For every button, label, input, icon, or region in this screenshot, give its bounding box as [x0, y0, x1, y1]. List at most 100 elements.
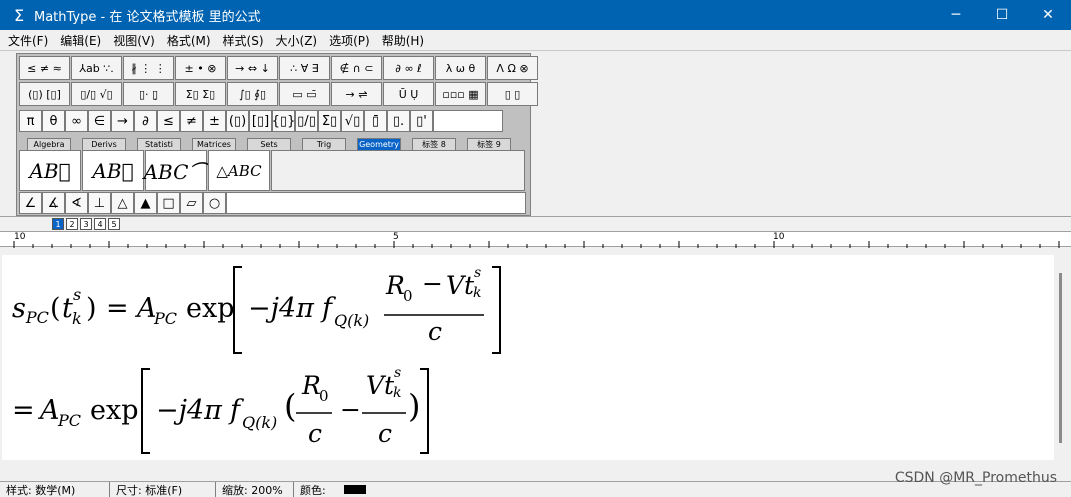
labeled-arrows-palette-button[interactable]: → ⇌ [331, 82, 382, 106]
misc-palette-button[interactable]: ∂ ∞ ℓ [383, 56, 434, 80]
spherical-angle-icon[interactable]: ∢ [65, 192, 88, 214]
arrows-palette-button[interactable]: → ⇔ ↓ [227, 56, 278, 80]
lhs-paren-close: ) [86, 293, 97, 324]
size-button-1[interactable]: 1 [52, 218, 64, 230]
greek-lower-palette-button[interactable]: λ ω θ [435, 56, 486, 80]
pi-button[interactable]: π [19, 110, 42, 132]
menu-style[interactable]: 样式(S) [217, 32, 270, 49]
perpendicular-icon[interactable]: ⊥ [88, 192, 111, 214]
products-palette-button[interactable]: Ū Ụ [383, 82, 434, 106]
maximize-button[interactable]: ☐ [979, 0, 1025, 30]
partial-button[interactable]: ∂ [134, 110, 157, 132]
minimize-button[interactable]: ─ [933, 0, 979, 30]
menu-bar: 文件(F) 编辑(E) 视图(V) 格式(M) 样式(S) 大小(Z) 选项(P… [0, 30, 1071, 51]
size-button-3[interactable]: 3 [80, 218, 92, 230]
mathtype-window: Σ MathType - 在 论文格式模板 里的公式 ─ ☐ ✕ 文件(F) 编… [0, 0, 1071, 497]
scrollbar-thumb[interactable] [1059, 273, 1062, 443]
menu-size[interactable]: 大小(Z) [270, 32, 324, 49]
menu-format[interactable]: 格式(M) [161, 32, 217, 49]
overbar-template-button[interactable]: ▯̄ [364, 110, 387, 132]
fraction-template-button[interactable]: ▯/▯ [295, 110, 318, 132]
boxes-palette-button[interactable]: ▯ ▯ [487, 82, 538, 106]
sums-palette-button[interactable]: Σ▯ Σ▯ [175, 82, 226, 106]
geometry-templates-row: AB⃗ AB⃡ ABC⌒ △ABC [19, 150, 271, 191]
small-symbol-bar: π θ ∞ ∈ → ∂ ≤ ≠ ± (▯) [▯] {▯} ▯/▯ Σ▯ √▯ … [19, 110, 503, 132]
scripts-palette-button[interactable]: ▯· ▯̣ [123, 82, 174, 106]
vector-arrow-template[interactable]: AB⃗ [19, 150, 81, 191]
menu-help[interactable]: 帮助(H) [376, 32, 430, 49]
fractions-palette-button[interactable]: ▯/▯ √▯ [71, 82, 122, 106]
triangle-template[interactable]: △ABC [208, 150, 270, 191]
status-zoom[interactable]: 缩放: 200% [216, 482, 294, 497]
parallelogram-icon[interactable]: ▱ [180, 192, 203, 214]
greek-upper-palette-button[interactable]: Λ Ω ⊗ [487, 56, 538, 80]
tab-sets[interactable]: Sets [247, 138, 291, 150]
measured-angle-icon[interactable]: ∡ [42, 192, 65, 214]
tab-geometry[interactable]: Geometry [357, 138, 401, 150]
relations-palette-button[interactable]: ≤ ≠ ≈ [19, 56, 70, 80]
brace-template-button[interactable]: {▯} [272, 110, 295, 132]
tab-algebra[interactable]: Algebra [27, 138, 71, 150]
status-color[interactable]: 颜色: [294, 482, 374, 497]
menu-options[interactable]: 选项(P) [323, 32, 376, 49]
symbol-a-2: A [40, 395, 60, 426]
tab-statistics[interactable]: Statisti [137, 138, 181, 150]
integrals-palette-button[interactable]: ∫▯ ∮▯ [227, 82, 278, 106]
sets-palette-button[interactable]: ∉ ∩ ⊂ [331, 56, 382, 80]
bracket-template-button[interactable]: [▯] [249, 110, 272, 132]
double-arrow-template[interactable]: AB⃡ [82, 150, 144, 191]
menu-file[interactable]: 文件(F) [2, 32, 54, 49]
matrices-palette-button[interactable]: ▫▫▫ ▦ [435, 82, 486, 106]
angle-icon[interactable]: ∠ [19, 192, 42, 214]
logic-palette-button[interactable]: ∴ ∀ ∃ [279, 56, 330, 80]
arc-template[interactable]: ABC⌒ [144, 150, 208, 191]
sqrt-template-button[interactable]: √▯ [341, 110, 364, 132]
paren-template-button[interactable]: (▯) [226, 110, 249, 132]
operators-palette-button[interactable]: ± • ⊗ [175, 56, 226, 80]
sum-template-button[interactable]: Σ▯ [318, 110, 341, 132]
status-style[interactable]: 样式: 数学(M) [0, 482, 110, 497]
subscript-pc: PC [25, 308, 49, 327]
tab-label-8[interactable]: 标签 8 [412, 138, 456, 150]
embellishments-palette-button[interactable]: ∦ ⋮ ⋮ [123, 56, 174, 80]
spaces-palette-button[interactable]: ⅄ab ∵. [71, 56, 122, 80]
fences-palette-button[interactable]: (▯) [▯] [19, 82, 70, 106]
a-subscript-pc-2: PC [58, 411, 82, 430]
size-button-4[interactable]: 4 [94, 218, 106, 230]
status-size[interactable]: 尺寸: 标准(F) [110, 482, 216, 497]
plusminus-button[interactable]: ± [203, 110, 226, 132]
menu-edit[interactable]: 编辑(E) [54, 32, 107, 49]
lhs-paren-open: ( [50, 293, 61, 324]
f-subscript-qk-1: Q(k) [334, 311, 370, 330]
theta-button[interactable]: θ [42, 110, 65, 132]
tab-label-9[interactable]: 标签 9 [467, 138, 511, 150]
infinity-button[interactable]: ∞ [65, 110, 88, 132]
symbol-f-2: f [230, 395, 240, 426]
size-button-5[interactable]: 5 [108, 218, 120, 230]
sigma-icon: Σ [13, 5, 25, 25]
tab-trig[interactable]: Trig [302, 138, 346, 150]
tab-derivs[interactable]: Derivs [82, 138, 126, 150]
subscript-template-button[interactable]: ▯. [387, 110, 410, 132]
circle-icon[interactable]: ○ [203, 192, 226, 214]
square-icon[interactable]: □ [157, 192, 180, 214]
equation-editor[interactable]: sPC ( t s k ) = A PC exp −j4π f Q(k) R 0… [2, 255, 1054, 460]
exp-function-2: exp [90, 395, 139, 426]
element-of-button[interactable]: ∈ [88, 110, 111, 132]
symbol-bar-empty-slot[interactable] [433, 110, 503, 132]
close-button[interactable]: ✕ [1025, 0, 1071, 30]
triangle-icon[interactable]: △ [111, 192, 134, 214]
leq-button[interactable]: ≤ [157, 110, 180, 132]
neq-button[interactable]: ≠ [180, 110, 203, 132]
ruler[interactable]: 10 5 10 [0, 231, 1071, 248]
size-buttons: 1 2 3 4 5 [52, 218, 122, 230]
vertical-scrollbar[interactable] [1054, 255, 1069, 460]
menu-view[interactable]: 视图(V) [107, 32, 161, 49]
bars-palette-button[interactable]: ▭ ▭̄ [279, 82, 330, 106]
filled-triangle-icon[interactable]: ▲ [134, 192, 157, 214]
arrow-button[interactable]: → [111, 110, 134, 132]
size-button-2[interactable]: 2 [66, 218, 78, 230]
superscript-template-button[interactable]: ▯' [410, 110, 433, 132]
tab-matrices[interactable]: Matrices [192, 138, 236, 150]
geometry-empty-slot[interactable] [226, 192, 526, 214]
